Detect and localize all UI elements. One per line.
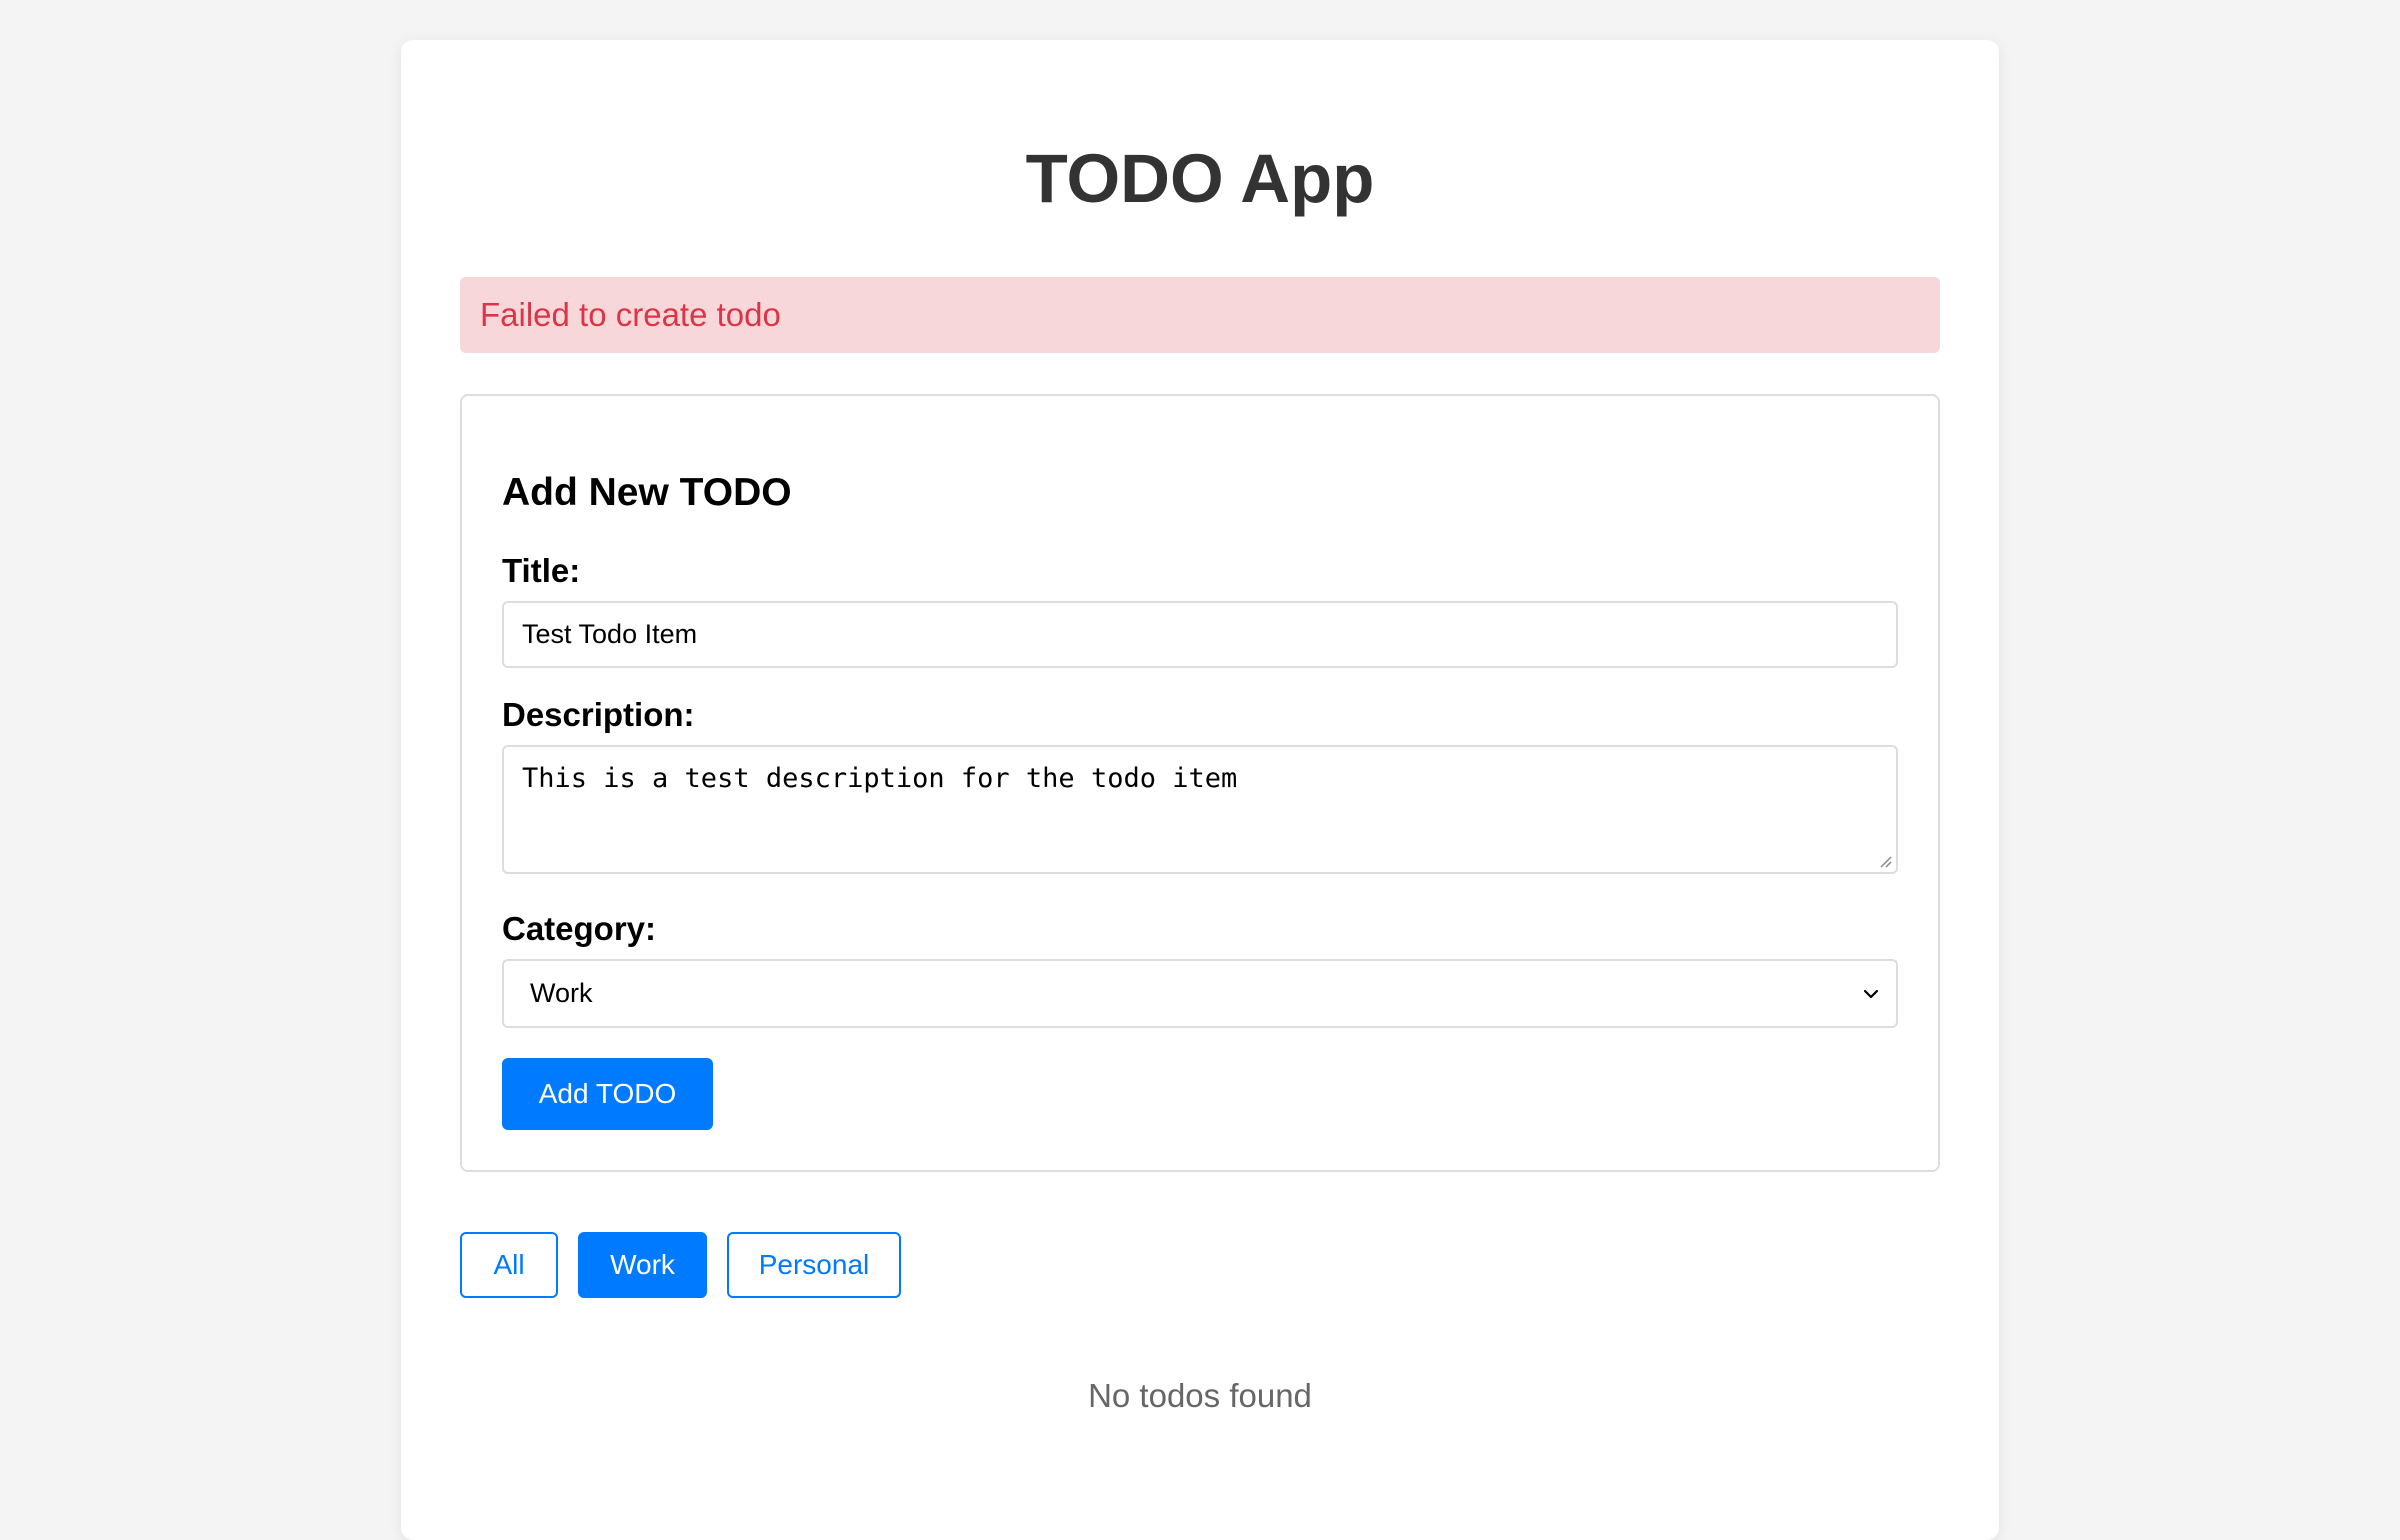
error-alert: Failed to create todo (460, 277, 1940, 353)
filter-work-button[interactable]: Work (578, 1232, 707, 1298)
category-label: Category: (502, 910, 657, 947)
empty-state-message: No todos found (1088, 1377, 1312, 1414)
form-heading: Add New TODO (502, 471, 792, 514)
description-textarea[interactable]: This is a test description for the todo … (502, 745, 1898, 874)
category-selected-value: Work (530, 978, 593, 1008)
resize-grip-icon[interactable] (1878, 854, 1892, 868)
add-todo-button[interactable]: Add TODO (502, 1058, 713, 1130)
title-label: Title: (502, 552, 581, 589)
chevron-down-icon (1863, 989, 1879, 999)
title-input[interactable]: Test Todo Item (502, 601, 1898, 668)
filter-all-button[interactable]: All (460, 1232, 558, 1298)
filter-personal-button[interactable]: Personal (727, 1232, 901, 1298)
description-label: Description: (502, 696, 695, 733)
category-select[interactable]: Work (502, 959, 1898, 1028)
description-text: This is a test description for the todo … (522, 763, 1238, 794)
page-title: TODO App (1025, 140, 1375, 217)
